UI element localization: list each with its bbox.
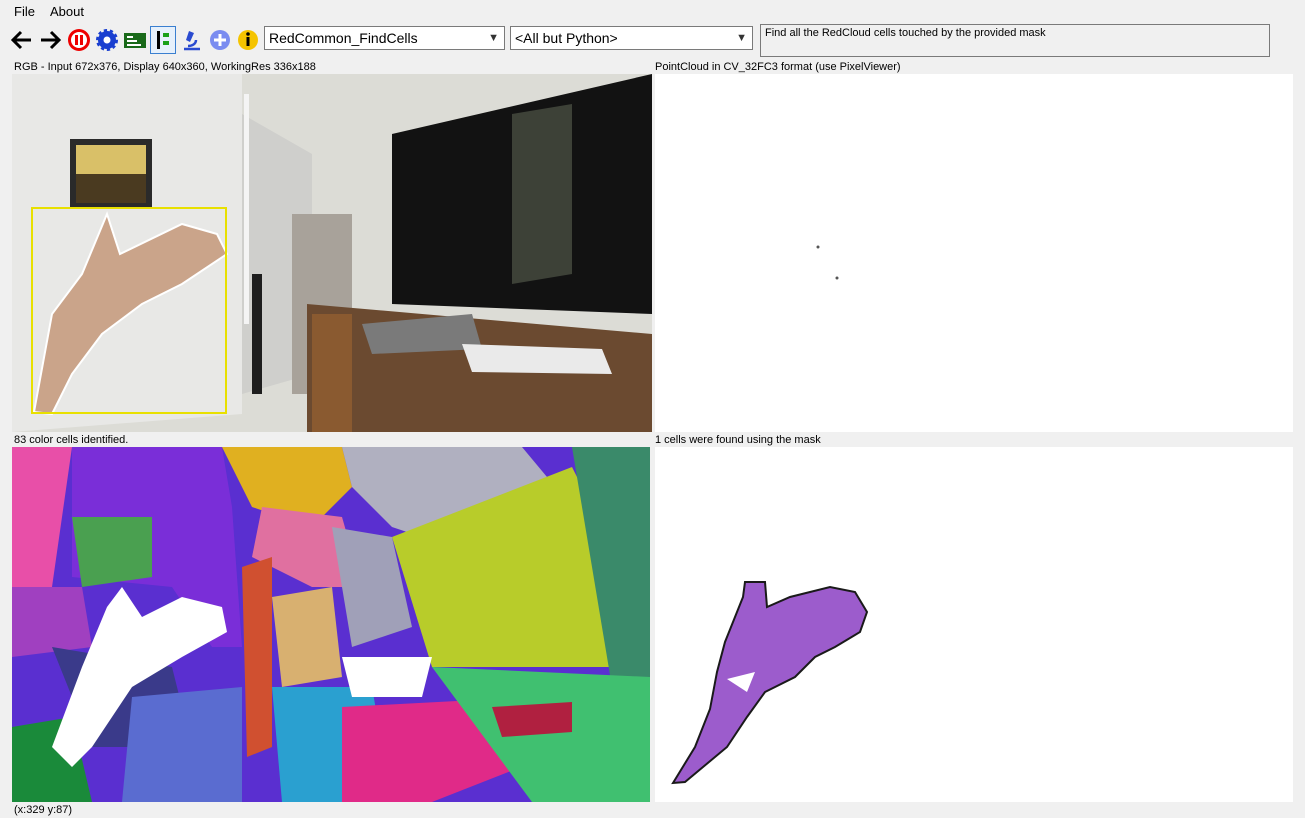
menu-about[interactable]: About	[50, 4, 84, 19]
microscope-icon[interactable]	[180, 28, 204, 52]
status-bar: (x:329 y:87)	[14, 804, 73, 816]
rgb-panel-label: RGB - Input 672x376, Display 640x360, Wo…	[14, 61, 316, 73]
info-icon[interactable]	[236, 28, 260, 52]
algorithm-select-value: RedCommon_FindCells	[269, 30, 418, 46]
color-cells-panel[interactable]	[12, 447, 650, 802]
pointcloud-panel-label: PointCloud in CV_32FC3 format (use Pixel…	[655, 61, 901, 73]
toolbar: RedCommon_FindCells ▼ <All but Python> ▼…	[0, 22, 1305, 62]
cells-panel-label: 83 color cells identified.	[14, 434, 129, 446]
back-arrow-icon[interactable]	[10, 28, 34, 52]
pause-icon[interactable]	[67, 28, 91, 52]
menu-bar: File About	[0, 0, 1305, 22]
chart-icon[interactable]	[123, 28, 147, 52]
settings-gear-icon[interactable]	[95, 28, 119, 52]
add-icon[interactable]	[208, 28, 232, 52]
pointcloud-panel[interactable]	[655, 74, 1293, 432]
algorithm-description: Find all the RedCloud cells touched by t…	[760, 24, 1270, 57]
group-select-value: <All but Python>	[515, 30, 618, 46]
mask-result-panel[interactable]	[655, 447, 1293, 802]
menu-file[interactable]: File	[14, 4, 35, 19]
algorithm-select[interactable]: RedCommon_FindCells ▼	[264, 26, 505, 50]
forward-arrow-icon[interactable]	[38, 28, 62, 52]
group-select[interactable]: <All but Python> ▼	[510, 26, 753, 50]
chevron-down-icon: ▼	[736, 32, 747, 44]
chevron-down-icon: ▼	[488, 32, 499, 44]
options-icon[interactable]	[150, 26, 176, 54]
mask-panel-label: 1 cells were found using the mask	[655, 434, 821, 446]
rgb-image-panel[interactable]	[12, 74, 652, 432]
